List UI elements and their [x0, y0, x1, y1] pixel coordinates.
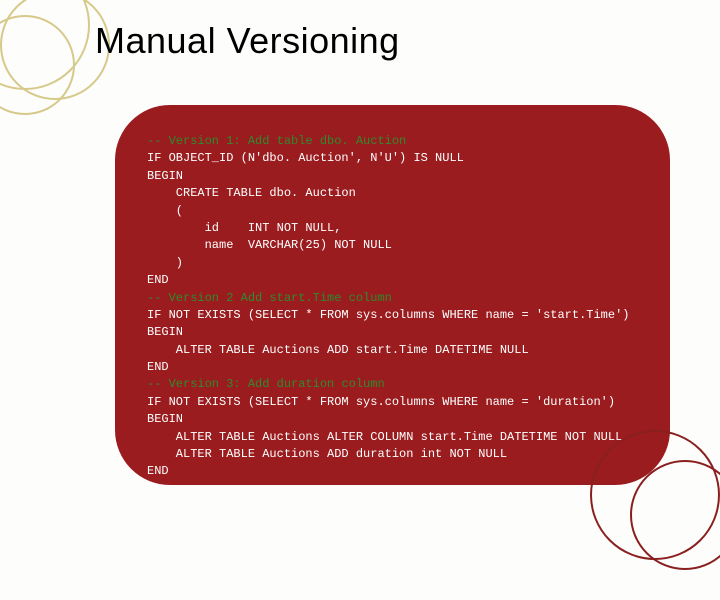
decorative-rings-bottom: [580, 420, 720, 600]
code-line: BEGIN: [147, 169, 183, 183]
code-line: IF OBJECT_ID (N'dbo. Auction', N'U') IS …: [147, 151, 464, 165]
page-title: Manual Versioning: [95, 20, 400, 62]
comment-v2: -- Version 2 Add start.Time column: [147, 291, 392, 305]
code-line: (: [147, 204, 183, 218]
code-line: ): [147, 256, 183, 270]
code-line: END: [147, 464, 169, 478]
code-line: CREATE TABLE dbo. Auction: [147, 186, 356, 200]
code-line: IF NOT EXISTS (SELECT * FROM sys.columns…: [147, 308, 629, 322]
comment-v1: -- Version 1: Add table dbo. Auction: [147, 134, 406, 148]
code-line: BEGIN: [147, 325, 183, 339]
code-line: id INT NOT NULL,: [147, 221, 341, 235]
code-line: ALTER TABLE Auctions ADD start.Time DATE…: [147, 343, 529, 357]
comment-v3: -- Version 3: Add duration column: [147, 377, 385, 391]
code-line: BEGIN: [147, 412, 183, 426]
code-line: ALTER TABLE Auctions ALTER COLUMN start.…: [147, 430, 622, 444]
code-line: IF NOT EXISTS (SELECT * FROM sys.columns…: [147, 395, 615, 409]
code-line: END: [147, 360, 169, 374]
code-line: name VARCHAR(25) NOT NULL: [147, 238, 392, 252]
code-line: END: [147, 273, 169, 287]
code-line: ALTER TABLE Auctions ADD duration int NO…: [147, 447, 507, 461]
